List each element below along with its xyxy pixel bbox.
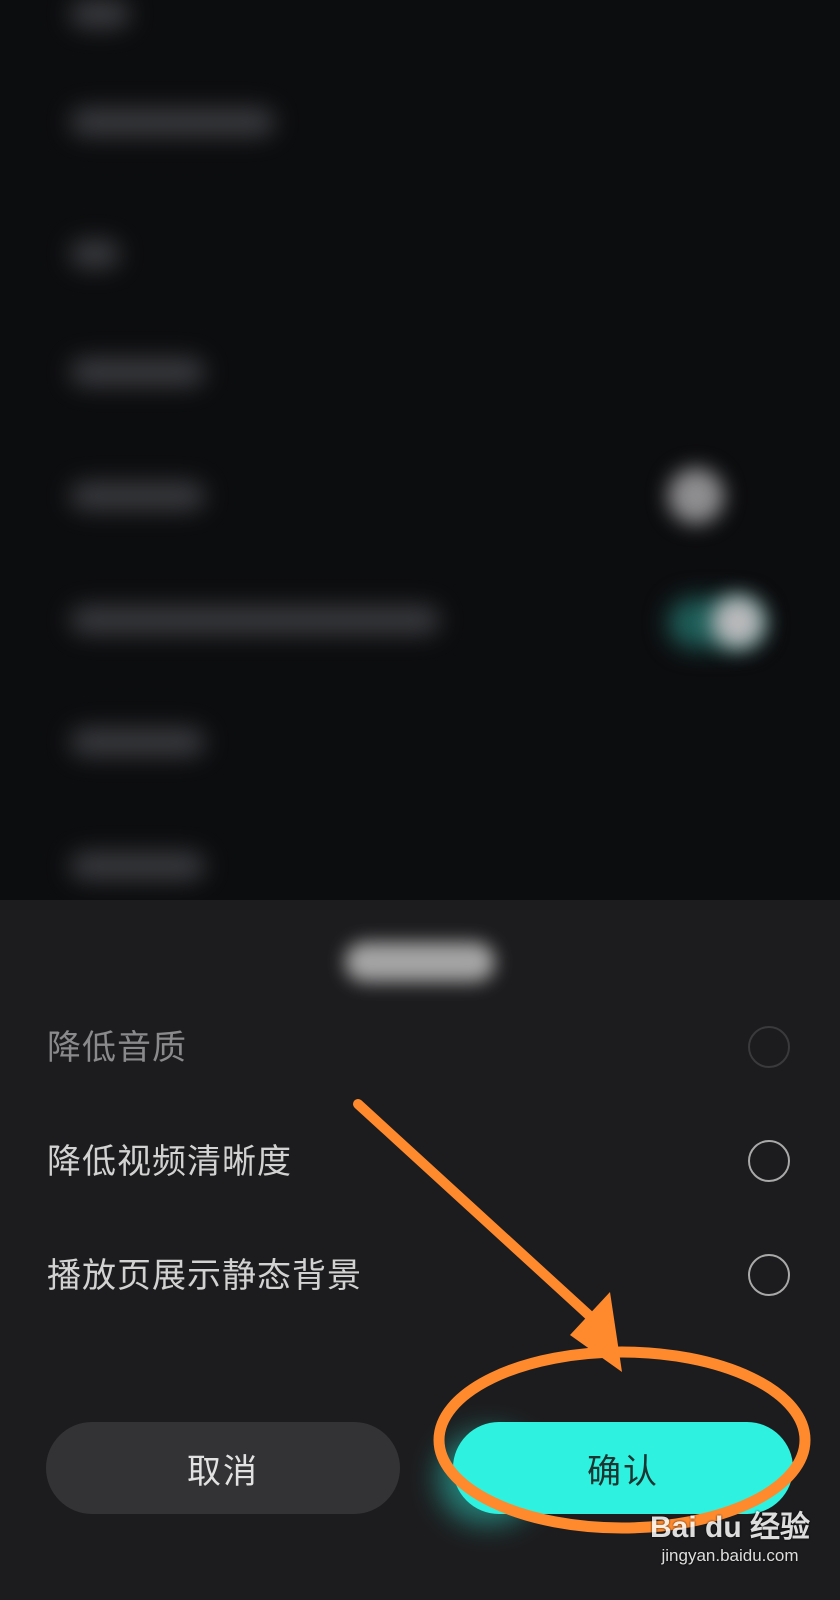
blurred-item bbox=[70, 358, 205, 386]
confirm-button[interactable]: 确认 bbox=[453, 1422, 793, 1514]
option-label: 降低音质 bbox=[47, 1028, 187, 1068]
option-static-background[interactable]: 播放页展示静态背景 bbox=[0, 1226, 840, 1326]
blurred-item bbox=[70, 606, 440, 634]
blurred-settings-page bbox=[0, 0, 840, 910]
watermark-brand: Bai du 经验 bbox=[649, 1511, 810, 1544]
option-lower-video-quality[interactable]: 降低视频清晰度 bbox=[0, 1112, 840, 1212]
blurred-item bbox=[70, 852, 205, 880]
baidu-jingyan-watermark: Bai du 经验 jingyan.baidu.com bbox=[630, 1510, 830, 1566]
option-lower-audio-quality[interactable]: 降低音质 bbox=[0, 998, 840, 1098]
radio-button[interactable] bbox=[748, 1140, 790, 1182]
blurred-toggle-knob bbox=[712, 596, 764, 648]
blurred-item bbox=[70, 0, 130, 28]
radio-button[interactable] bbox=[748, 1254, 790, 1296]
blurred-item bbox=[70, 240, 120, 268]
watermark-url: jingyan.baidu.com bbox=[661, 1546, 799, 1565]
option-label: 播放页展示静态背景 bbox=[47, 1256, 362, 1296]
blurred-item bbox=[70, 108, 275, 136]
sheet-title-blurred bbox=[345, 942, 495, 982]
blurred-item bbox=[70, 728, 205, 756]
bottom-sheet: 降低音质 降低视频清晰度 播放页展示静态背景 取消 确认 bbox=[0, 900, 840, 1600]
blurred-toggle-off bbox=[668, 468, 724, 524]
cancel-button[interactable]: 取消 bbox=[46, 1422, 400, 1514]
radio-button[interactable] bbox=[748, 1026, 790, 1068]
blurred-item bbox=[70, 482, 205, 510]
option-label: 降低视频清晰度 bbox=[47, 1142, 292, 1182]
